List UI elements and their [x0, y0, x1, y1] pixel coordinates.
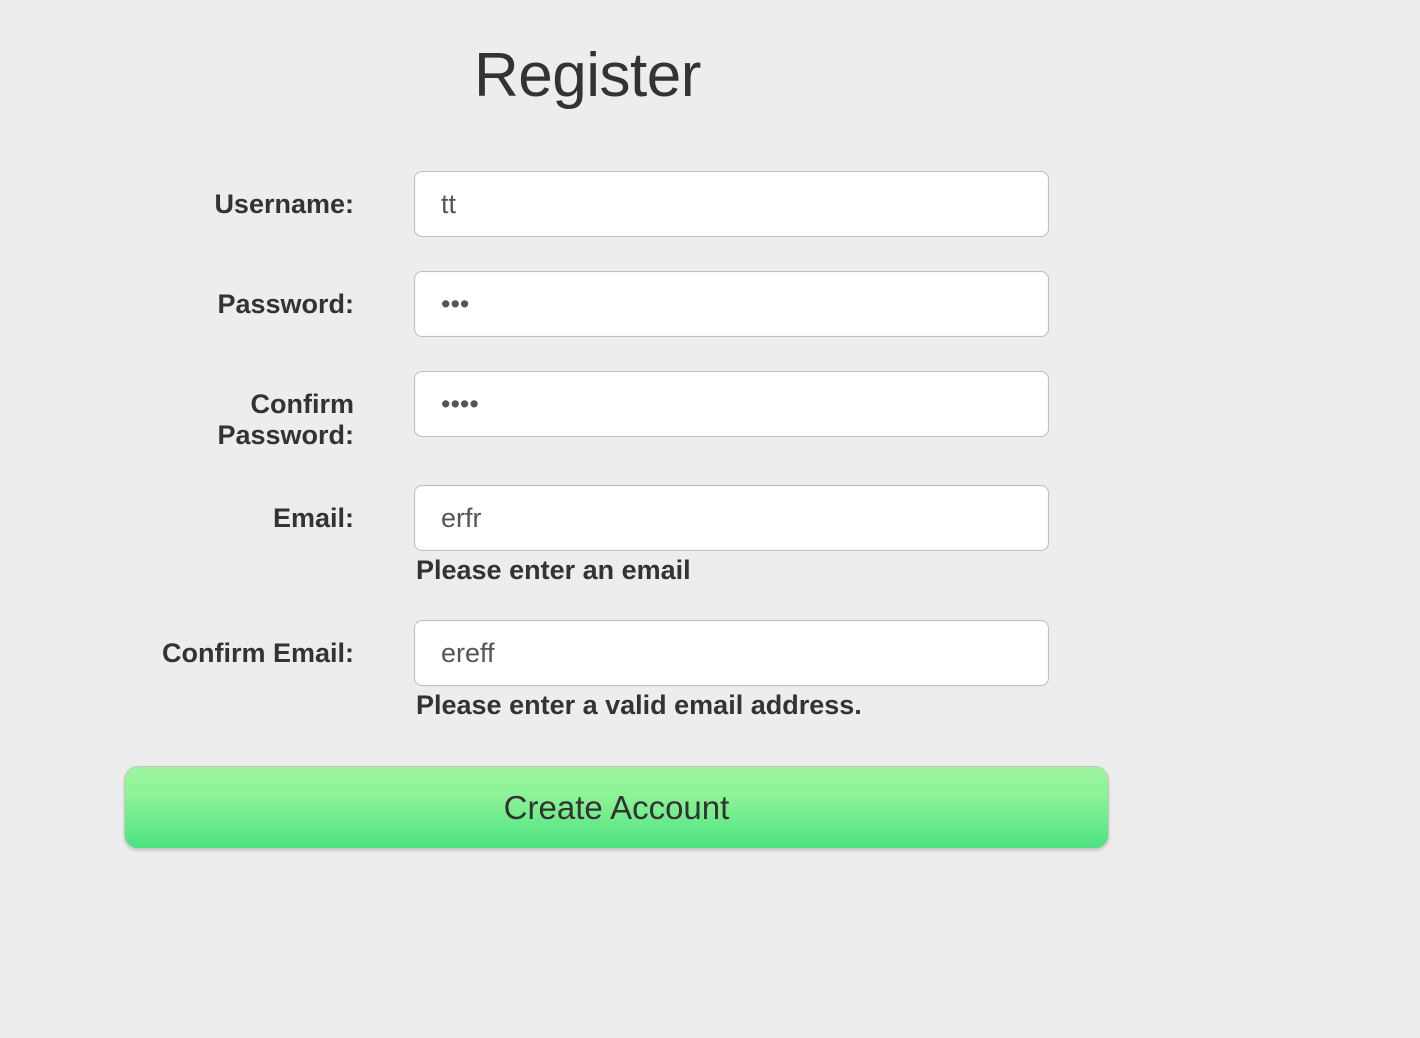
submit-row: Create Account: [124, 766, 1109, 849]
create-account-button[interactable]: Create Account: [124, 766, 1109, 849]
email-label: Email:: [124, 485, 414, 534]
username-input[interactable]: [414, 171, 1049, 237]
page-title: Register: [474, 40, 1109, 111]
password-input-col: [414, 271, 1109, 337]
username-label: Username:: [124, 171, 414, 220]
email-input-col: Please enter an email: [414, 485, 1109, 586]
email-row: Email: Please enter an email: [124, 485, 1109, 586]
password-row: Password:: [124, 271, 1109, 337]
confirm-email-label: Confirm Email:: [124, 620, 414, 669]
username-input-col: [414, 171, 1109, 237]
confirm-password-input-col: [414, 371, 1109, 437]
confirm-email-error: Please enter a valid email address.: [414, 690, 1109, 721]
password-input[interactable]: [414, 271, 1049, 337]
confirm-email-input[interactable]: [414, 620, 1049, 686]
confirm-password-row: Confirm Password:: [124, 371, 1109, 451]
password-label: Password:: [124, 271, 414, 320]
confirm-email-row: Confirm Email: Please enter a valid emai…: [124, 620, 1109, 721]
confirm-password-input[interactable]: [414, 371, 1049, 437]
email-input[interactable]: [414, 485, 1049, 551]
username-row: Username:: [124, 171, 1109, 237]
confirm-password-label: Confirm Password:: [124, 371, 414, 451]
confirm-email-input-col: Please enter a valid email address.: [414, 620, 1109, 721]
register-form: Register Username: Password: Confirm Pas…: [124, 40, 1109, 849]
email-error: Please enter an email: [414, 555, 1109, 586]
